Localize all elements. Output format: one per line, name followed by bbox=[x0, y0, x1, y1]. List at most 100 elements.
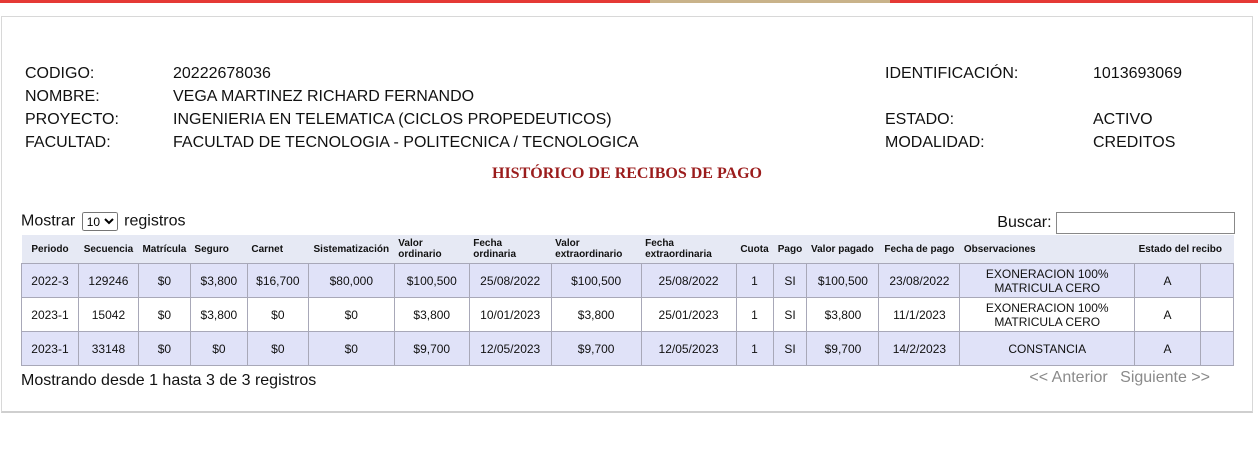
header-fecha-pago[interactable]: Fecha de pago bbox=[878, 235, 960, 264]
prev-page-link[interactable]: << Anterior bbox=[1029, 369, 1107, 386]
cell-carnet: $0 bbox=[246, 297, 309, 332]
cell-cuota: 1 bbox=[735, 297, 774, 332]
cell-fecha-extraordinaria: 12/05/2023 bbox=[640, 331, 737, 366]
cell-valor-pagado: $100,500 bbox=[806, 263, 880, 298]
cell-fecha-pago: 11/1/2023 bbox=[878, 297, 961, 332]
cell-cuota: 1 bbox=[735, 263, 774, 298]
info-row-proyecto: PROYECTO: INGENIERIA EN TELEMATICA (CICLO… bbox=[25, 108, 639, 131]
header-matricula[interactable]: Matrícula bbox=[138, 235, 191, 264]
header-pago[interactable]: Pago bbox=[773, 235, 807, 264]
proyecto-value: INGENIERIA EN TELEMATICA (CICLOS PROPEDE… bbox=[173, 111, 612, 128]
cell-seguro: $3,800 bbox=[189, 297, 248, 332]
proyecto-label: PROYECTO: bbox=[25, 111, 119, 128]
cell-carnet: $16,700 bbox=[246, 263, 309, 298]
cell-seguro: $0 bbox=[189, 331, 248, 366]
cell-secuencia: 129246 bbox=[77, 263, 139, 298]
cell-pago: SI bbox=[772, 263, 808, 298]
header-fecha-ordinaria[interactable]: Fecha ordinaria bbox=[469, 235, 552, 264]
top-accent-bar bbox=[0, 0, 1258, 3]
cell-periodo: 2022-3 bbox=[21, 263, 79, 298]
cell-matricula: $0 bbox=[137, 331, 191, 366]
cell-fecha-extraordinaria: 25/01/2023 bbox=[640, 297, 737, 332]
records-label: registros bbox=[124, 212, 186, 230]
receipts-panel: CODIGO: 20222678036 NOMBRE: VEGA MARTINEZ … bbox=[1, 16, 1253, 413]
codigo-label: CODIGO: bbox=[25, 65, 95, 82]
header-seguro[interactable]: Seguro bbox=[190, 235, 248, 264]
records-summary: Mostrando desde 1 hasta 3 de 3 registros bbox=[21, 372, 317, 389]
cell-estado: A bbox=[1134, 331, 1201, 366]
nombre-label: NOMBRE: bbox=[25, 88, 100, 105]
cell-sistematizacion: $80,000 bbox=[307, 263, 395, 298]
page-length-select[interactable]: 10 bbox=[81, 212, 118, 231]
top-accent-bar-gold bbox=[650, 0, 890, 3]
header-carnet[interactable]: Carnet bbox=[247, 235, 309, 264]
next-page-link[interactable]: Siguiente >> bbox=[1120, 369, 1210, 386]
header-valor-pagado[interactable]: Valor pagado bbox=[806, 235, 879, 264]
cell-observaciones: EXONERACION 100% MATRICULA CERO bbox=[959, 263, 1136, 298]
header-periodo[interactable]: Periodo bbox=[21, 235, 79, 264]
cell-cuota: 1 bbox=[735, 331, 774, 366]
cell-secuencia: 15042 bbox=[77, 297, 139, 332]
cell-valor-extraordinario: $3,800 bbox=[550, 297, 642, 332]
page-title: HISTÓRICO DE RECIBOS DE PAGO bbox=[492, 165, 762, 182]
header-valor-ordinario[interactable]: Valor ordinario bbox=[394, 235, 470, 264]
search-control: Buscar: bbox=[997, 212, 1235, 234]
cell-estado: A bbox=[1134, 297, 1201, 332]
identificacion-value: 1013693069 bbox=[1093, 65, 1182, 82]
info-row-nombre: NOMBRE: VEGA MARTINEZ RICHARD FERNANDO bbox=[25, 85, 639, 108]
page-length-control: Mostrar 10 registros bbox=[21, 212, 186, 231]
codigo-value: 20222678036 bbox=[173, 65, 271, 82]
nombre-value: VEGA MARTINEZ RICHARD FERNANDO bbox=[173, 88, 475, 105]
cell-valor-pagado: $9,700 bbox=[806, 331, 880, 366]
student-info-right: IDENTIFICACIÓN: 1013693069 ESTADO: ACTIVO … bbox=[885, 62, 1182, 154]
info-row-codigo: CODIGO: 20222678036 bbox=[25, 62, 639, 85]
header-cuota[interactable]: Cuota bbox=[736, 235, 773, 264]
cell-observaciones: CONSTANCIA bbox=[959, 331, 1136, 366]
cell-valor-ordinario: $9,700 bbox=[393, 331, 470, 366]
cell-valor-ordinario: $100,500 bbox=[393, 263, 470, 298]
header-secuencia[interactable]: Secuencia bbox=[78, 235, 139, 264]
cell-sistematizacion: $0 bbox=[307, 331, 395, 366]
cell-fecha-pago: 23/08/2022 bbox=[878, 263, 961, 298]
cell-valor-extraordinario: $100,500 bbox=[550, 263, 642, 298]
cell-fecha-ordinaria: 10/01/2023 bbox=[468, 297, 552, 332]
search-input[interactable] bbox=[1056, 212, 1235, 234]
cell-observaciones: EXONERACION 100% MATRICULA CERO bbox=[959, 297, 1136, 332]
header-fecha-extraordinaria[interactable]: Fecha extraordinaria bbox=[641, 235, 737, 264]
header-estado-recibo[interactable]: Estado del recibo bbox=[1134, 235, 1234, 264]
info-row-identificacion: IDENTIFICACIÓN: 1013693069 bbox=[885, 62, 1182, 85]
header-sistematizacion[interactable]: Sistematización bbox=[308, 235, 395, 264]
table-header-row: Periodo Secuencia Matrícula Seguro Carne… bbox=[21, 235, 1234, 264]
estado-value: ACTIVO bbox=[1093, 111, 1153, 128]
cell-fecha-ordinaria: 25/08/2022 bbox=[468, 263, 552, 298]
student-info-left: CODIGO: 20222678036 NOMBRE: VEGA MARTINEZ … bbox=[25, 62, 639, 154]
cell-periodo: 2023-1 bbox=[21, 297, 79, 332]
cell-seguro: $3,800 bbox=[189, 263, 248, 298]
cell-secuencia: 33148 bbox=[77, 331, 139, 366]
facultad-label: FACULTAD: bbox=[25, 134, 111, 151]
cell-matricula: $0 bbox=[137, 263, 191, 298]
modalidad-label: MODALIDAD: bbox=[885, 134, 985, 151]
info-row-facultad: FACULTAD: FACULTAD DE TECNOLOGIA - POLITE… bbox=[25, 131, 639, 154]
identificacion-label: IDENTIFICACIÓN: bbox=[885, 65, 1019, 82]
info-row-modalidad: MODALIDAD: CREDITOS bbox=[885, 131, 1182, 154]
search-label: Buscar: bbox=[997, 214, 1052, 232]
table-row: 2022-3 129246 $0 $3,800 $16,700 $80,000 … bbox=[21, 263, 1235, 298]
cell-extra bbox=[1199, 297, 1235, 332]
cell-valor-pagado: $3,800 bbox=[806, 297, 880, 332]
estado-label: ESTADO: bbox=[885, 111, 955, 128]
table-row: 2023-1 33148 $0 $0 $0 $0 $9,700 12/05/20… bbox=[21, 331, 1235, 366]
show-label: Mostrar bbox=[21, 212, 76, 230]
cell-carnet: $0 bbox=[246, 331, 309, 366]
cell-valor-ordinario: $3,800 bbox=[393, 297, 470, 332]
pagination: << Anterior Siguiente >> bbox=[1021, 369, 1210, 387]
info-row-empty bbox=[885, 85, 1182, 108]
cell-periodo: 2023-1 bbox=[21, 331, 79, 366]
cell-valor-extraordinario: $9,700 bbox=[550, 331, 642, 366]
cell-fecha-ordinaria: 12/05/2023 bbox=[468, 331, 552, 366]
header-observaciones[interactable]: Observaciones bbox=[959, 235, 1135, 264]
cell-extra bbox=[1199, 263, 1235, 298]
cell-pago: SI bbox=[772, 331, 808, 366]
receipts-table: Periodo Secuencia Matrícula Seguro Carne… bbox=[21, 235, 1235, 366]
header-valor-extraordinario[interactable]: Valor extraordinario bbox=[551, 235, 642, 264]
